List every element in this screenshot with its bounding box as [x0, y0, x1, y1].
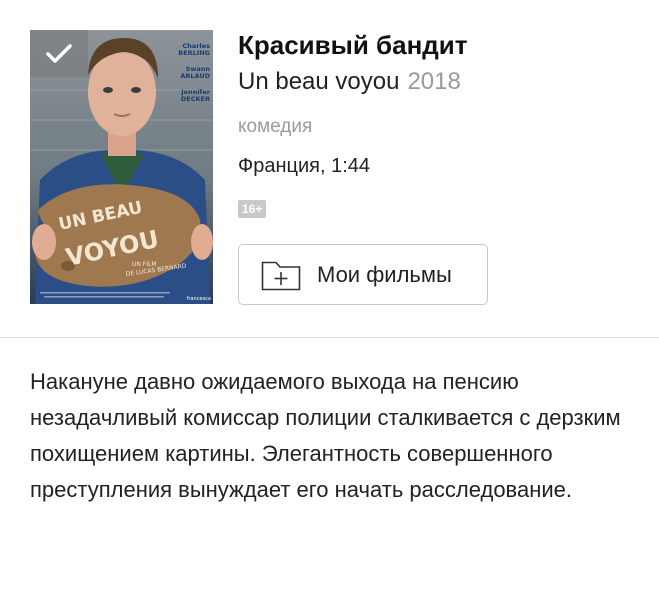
checkmark-icon [46, 43, 72, 63]
folder-add-icon [261, 261, 301, 290]
poster-cast-2: BERLING [178, 49, 210, 57]
original-title: Un beau voyou [238, 68, 400, 95]
selected-badge[interactable] [30, 30, 88, 77]
release-year: 2018 [407, 68, 461, 95]
movie-description: Накануне давно ожидаемого выхода на пенс… [30, 369, 621, 502]
original-title-line: Un beau voyou 2018 [238, 68, 461, 96]
add-to-my-films-button[interactable]: Мои фильмы [238, 244, 488, 305]
movie-genre: комедия [238, 116, 313, 137]
poster-cast-4: ARLAUD [180, 72, 210, 80]
age-rating-badge: 16+ [238, 200, 267, 218]
section-divider [0, 337, 659, 338]
country-duration: Франция, 1:44 [238, 155, 370, 177]
movie-poster[interactable]: UN BEAU VOYOU UN FILM DE LUCAS BERNARD C… [30, 30, 213, 304]
poster-studio: francesca [187, 296, 211, 302]
movie-title: Красивый бандит [238, 30, 468, 60]
poster-cast-6: DECKER [181, 95, 210, 103]
my-films-label: Мои фильмы [317, 261, 452, 287]
